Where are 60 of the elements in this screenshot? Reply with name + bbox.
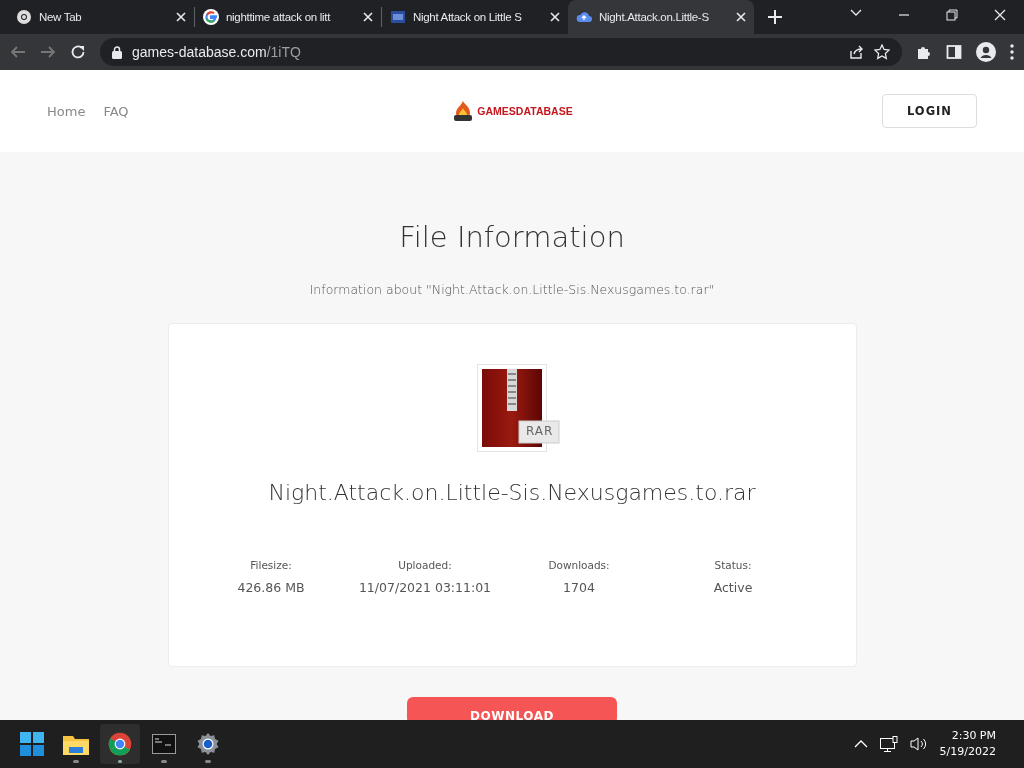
stat-label: Filesize: (249, 559, 293, 571)
stat-label: Uploaded: (397, 559, 453, 571)
close-icon[interactable] (176, 12, 186, 22)
stat-value: Active (712, 580, 754, 595)
stat-label: Status: (713, 559, 753, 571)
clock-time[interactable]: 2:30 PM (939, 728, 996, 744)
google-icon (203, 9, 219, 25)
star-icon[interactable] (874, 44, 890, 60)
browser-tab[interactable]: nighttime attack on litt (195, 0, 381, 34)
page-heading: File Information (398, 220, 626, 254)
stat-value: 426.86 MB (236, 580, 306, 595)
profile-icon[interactable] (976, 42, 996, 62)
chevron-down-icon[interactable] (850, 9, 862, 17)
back-arrow-icon[interactable] (10, 44, 26, 60)
address-bar[interactable]: games-database.com/1iTQ (100, 38, 902, 66)
chrome-icon (16, 9, 32, 25)
monitor-icon[interactable] (879, 736, 898, 752)
site-icon (390, 9, 406, 25)
close-icon[interactable] (363, 12, 373, 22)
browser-tab[interactable]: Night Attack on Little S (382, 0, 568, 34)
file-name: Night.Attack.on.Little-Sis.Nexusgames.to.rar (268, 480, 756, 505)
clock-date[interactable]: 5/19/2022 (939, 744, 996, 760)
gear-icon (196, 732, 220, 756)
file-type-label: RAR (526, 424, 554, 438)
archive-file-icon (477, 364, 561, 452)
tab-title: nighttime attack on litt (226, 11, 332, 23)
lock-icon (112, 45, 122, 59)
restore-icon[interactable] (946, 9, 958, 21)
stat-value: 1704 (562, 580, 596, 595)
nav-link[interactable]: FAQ (103, 103, 129, 119)
stat-value: 11/07/2021 03:11:01 (357, 580, 493, 595)
stat-label: Downloads: (547, 559, 611, 571)
nav-link[interactable]: Home (47, 103, 86, 119)
puzzle-icon[interactable] (916, 44, 932, 60)
chrome-icon (108, 732, 132, 756)
more-icon[interactable] (1010, 44, 1014, 60)
logo-text: GAMESDATABASE (477, 105, 573, 117)
windows-logo-icon (20, 732, 44, 756)
terminal-icon (152, 734, 176, 754)
share-icon[interactable] (848, 44, 864, 60)
close-icon[interactable] (550, 12, 560, 22)
folder-icon (63, 733, 89, 755)
cloud-icon (576, 9, 592, 25)
chevron-up-icon[interactable] (853, 740, 868, 748)
reload-icon[interactable] (70, 44, 86, 60)
tab-title: Night.Attack.on.Little-S (599, 11, 710, 23)
side-panel-icon[interactable] (946, 44, 962, 60)
login-button[interactable]: LOGIN (881, 94, 977, 128)
forward-arrow-icon[interactable] (40, 44, 56, 60)
close-icon[interactable] (736, 12, 746, 22)
new-tab-icon[interactable] (768, 10, 782, 24)
file-description: Information about "Night.Attack.on.Little-Sis.Nexusgames.to.rar" (308, 282, 716, 297)
tab-title: Night Attack on Little S (413, 11, 523, 23)
url-text: games-database.com/1iTQ (132, 44, 302, 60)
close-icon[interactable] (994, 9, 1006, 21)
speaker-icon[interactable] (909, 736, 928, 752)
taskbar-app[interactable] (100, 724, 140, 764)
browser-tab[interactable]: Night.Attack.on.Little-S (568, 0, 754, 34)
browser-tab[interactable]: New Tab (8, 0, 194, 34)
tab-title: New Tab (39, 11, 83, 23)
